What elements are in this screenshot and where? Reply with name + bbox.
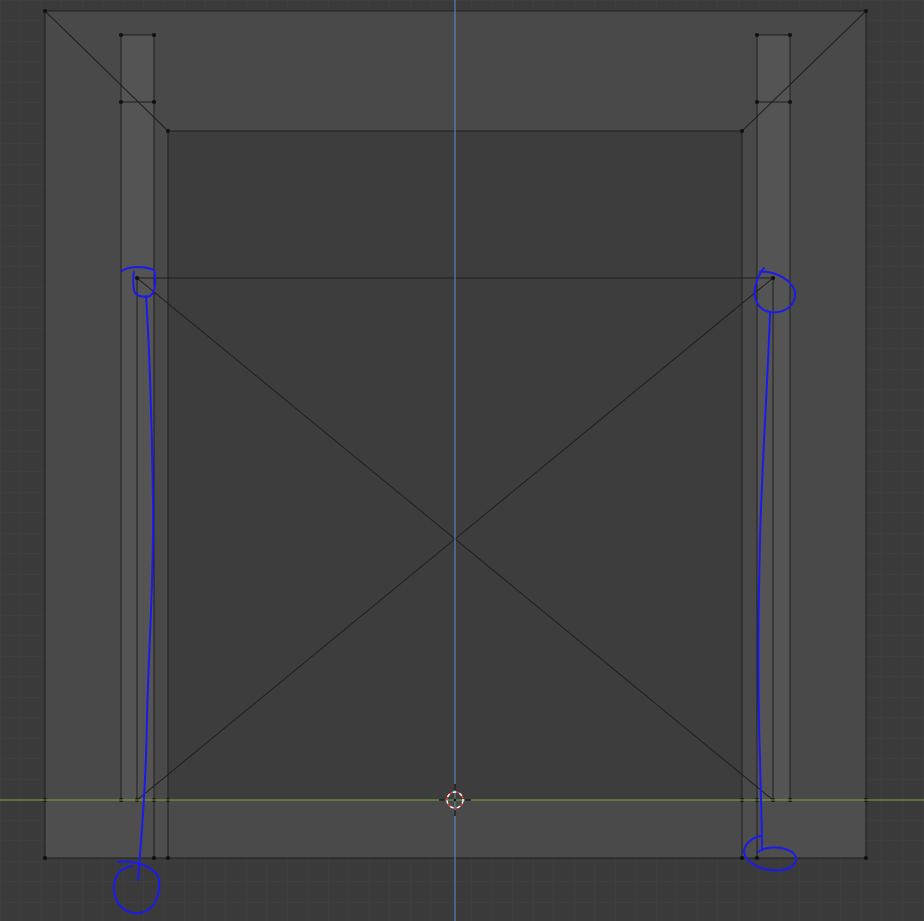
3d-viewport[interactable] [0, 0, 924, 921]
